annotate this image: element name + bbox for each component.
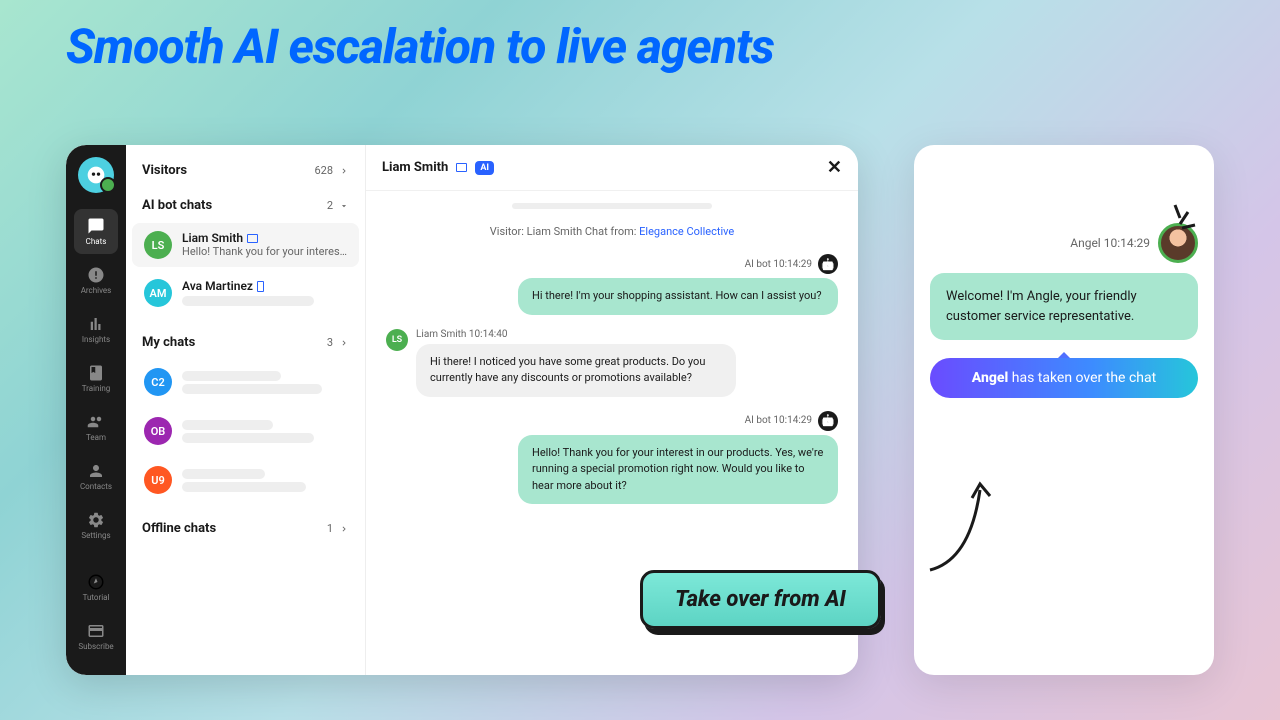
- bot-message: Hi there! I'm your shopping assistant. H…: [518, 278, 838, 315]
- nav-insights[interactable]: Insights: [74, 307, 118, 352]
- accent-marks-icon: [1160, 200, 1200, 240]
- placeholder: [182, 433, 314, 443]
- bot-avatar-icon: [818, 411, 838, 431]
- message-meta: AI bot 10:14:29: [386, 411, 838, 431]
- headline: Smooth AI escalation to live agents: [66, 18, 774, 75]
- contacts-icon: [87, 462, 105, 480]
- visitor-avatar: LS: [386, 329, 408, 351]
- placeholder: [182, 384, 322, 394]
- nav-label: Insights: [82, 335, 110, 344]
- compass-icon: [87, 573, 105, 591]
- avatar: LS: [144, 231, 172, 259]
- agent-header: Angel 10:14:29: [930, 223, 1198, 263]
- nav-label: Chats: [86, 237, 107, 246]
- nav-subscribe[interactable]: Subscribe: [74, 614, 118, 659]
- chat-icon: [87, 217, 105, 235]
- app-logo[interactable]: [78, 157, 114, 193]
- chat-list-panel: Visitors 628 AI bot chats 2 LS Liam Smit…: [126, 145, 366, 675]
- avatar: C2: [144, 368, 172, 396]
- ai-chats-section[interactable]: AI bot chats 2: [126, 192, 365, 219]
- visitor-message: Hi there! I noticed you have some great …: [416, 344, 736, 397]
- chat-name: Ava Martinez: [182, 279, 253, 293]
- chat-item[interactable]: C2: [132, 360, 359, 405]
- nav-rail: Chats Archives Insights Training Team Co…: [66, 145, 126, 675]
- loading-indicator: [512, 203, 712, 209]
- chevron-right-icon: [339, 338, 349, 348]
- conversation-name: Liam Smith: [382, 160, 448, 175]
- avatar: U9: [144, 466, 172, 494]
- avatar: OB: [144, 417, 172, 445]
- nav-training[interactable]: Training: [74, 356, 118, 401]
- gear-icon: [87, 511, 105, 529]
- visitors-section[interactable]: Visitors 628: [126, 157, 365, 184]
- nav-label: Contacts: [80, 482, 112, 491]
- nav-team[interactable]: Team: [74, 405, 118, 450]
- placeholder: [182, 482, 306, 492]
- chart-icon: [87, 315, 105, 333]
- placeholder: [182, 296, 314, 306]
- section-title: AI bot chats: [142, 198, 212, 213]
- takeover-callout[interactable]: Take over from AI: [640, 570, 881, 629]
- section-title: My chats: [142, 335, 195, 350]
- chat-item[interactable]: U9: [132, 458, 359, 503]
- close-button[interactable]: ✕: [827, 157, 842, 178]
- message-meta: AI bot 10:14:29: [386, 254, 838, 274]
- my-chats-section[interactable]: My chats 3: [126, 329, 365, 356]
- chevron-right-icon: [339, 166, 349, 176]
- desktop-icon: [247, 234, 258, 243]
- agent-greeting: Welcome! I'm Angle, your friendly custom…: [930, 273, 1198, 340]
- arrow-icon: [910, 470, 1010, 580]
- placeholder: [182, 371, 281, 381]
- nav-chats[interactable]: Chats: [74, 209, 118, 254]
- ai-chat-count: 2: [327, 199, 333, 212]
- section-title: Visitors: [142, 163, 187, 178]
- chat-item-ava[interactable]: AM Ava Martinez: [132, 271, 359, 317]
- nav-tutorial[interactable]: Tutorial: [74, 565, 118, 610]
- chat-item-liam[interactable]: LS Liam Smith Hello! Thank you for your …: [132, 223, 359, 267]
- message-meta: Liam Smith 10:14:40: [416, 329, 736, 340]
- takeover-banner: Angel has taken over the chat: [930, 358, 1198, 398]
- avatar: AM: [144, 279, 172, 307]
- card-icon: [87, 622, 105, 640]
- nav-settings[interactable]: Settings: [74, 503, 118, 548]
- nav-contacts[interactable]: Contacts: [74, 454, 118, 499]
- book-icon: [87, 364, 105, 382]
- nav-label: Team: [86, 433, 106, 442]
- team-icon: [87, 413, 105, 431]
- my-chat-count: 3: [327, 336, 333, 349]
- desktop-icon: [456, 163, 467, 172]
- chat-preview: Hello! Thank you for your interest...: [182, 245, 347, 258]
- conversation-info: Visitor: Liam Smith Chat from: Elegance …: [386, 225, 838, 238]
- bot-message: Hello! Thank you for your interest in ou…: [518, 435, 838, 505]
- nav-label: Tutorial: [83, 593, 110, 602]
- section-title: Offline chats: [142, 521, 216, 536]
- bot-avatar-icon: [818, 254, 838, 274]
- placeholder: [182, 420, 273, 430]
- archive-icon: [87, 266, 105, 284]
- ai-badge: AI: [475, 161, 494, 175]
- conversation-header: Liam Smith AI ✕: [366, 145, 858, 191]
- chevron-right-icon: [339, 524, 349, 534]
- offline-chats-section[interactable]: Offline chats 1: [126, 515, 365, 542]
- offline-count: 1: [327, 522, 333, 535]
- nav-label: Subscribe: [78, 642, 113, 651]
- mobile-icon: [257, 281, 264, 292]
- nav-label: Settings: [81, 531, 110, 540]
- chevron-down-icon: [339, 201, 349, 211]
- shop-link[interactable]: Elegance Collective: [639, 225, 734, 238]
- placeholder: [182, 469, 265, 479]
- nav-label: Archives: [81, 286, 112, 295]
- agent-meta: Angel 10:14:29: [1070, 236, 1150, 250]
- nav-label: Training: [82, 384, 111, 393]
- visitor-count: 628: [314, 164, 333, 177]
- chat-name: Liam Smith: [182, 231, 243, 245]
- chat-item[interactable]: OB: [132, 409, 359, 454]
- nav-archives[interactable]: Archives: [74, 258, 118, 303]
